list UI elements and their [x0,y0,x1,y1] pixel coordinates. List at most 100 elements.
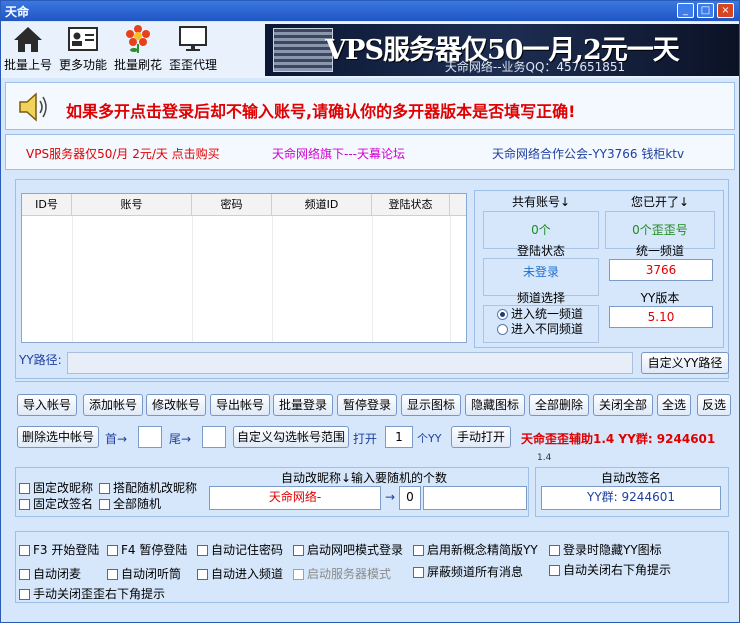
tool-label: 歪歪代理 [168,58,217,72]
open-count-input[interactable]: 1 [385,426,413,448]
delete-selected-button[interactable]: 删除选中帐号 [17,426,99,448]
open-label: 打开 [353,432,378,446]
minimize-button[interactable]: _ [677,3,694,18]
guild-link[interactable]: 天命网络合作公会-YY3766 钱柜ktv [492,145,684,162]
option-block-messages-checkbox[interactable]: 屏蔽频道所有消息 [413,563,523,580]
column-header-login-status[interactable]: 登陆状态 [372,194,450,216]
column-header-account[interactable]: 账号 [72,194,192,216]
checkbox-label: F3 开始登陆 [33,543,100,557]
banner-contact: 天命网络--业务QQ：457651851 [444,60,626,74]
checkbox-label: F4 暂停登陆 [121,543,188,557]
account-section: ID号 账号 密码 频道ID 登陆状态 共有账号↓ 0个 您已开了↓ 0个歪歪号… [15,179,729,379]
opened-label: 您已开了↓ [630,195,690,209]
show-icon-button[interactable]: 显示图标 [401,394,461,416]
account-table[interactable]: ID号 账号 密码 频道ID 登陆状态 [21,193,467,343]
links-bar: VPS服务器仅50/月 2元/天 点击购买 天命网络旗下---天幕论坛 天命网络… [5,134,735,170]
edit-account-button[interactable]: 修改帐号 [146,394,206,416]
hide-icon-button[interactable]: 隐藏图标 [465,394,525,416]
random-extra-input[interactable] [423,486,527,510]
option-lite-yy-checkbox[interactable]: 启用新概念精简版YY [413,541,538,558]
table-header: ID号 账号 密码 频道ID 登陆状态 [22,194,466,216]
checkbox-label: 手动关闭歪歪右下角提示 [33,587,166,601]
checkbox-label: 自动闭听筒 [121,567,182,581]
yy-version-input[interactable]: 5.10 [609,306,713,328]
close-button[interactable]: × [717,3,734,18]
column-divider [192,216,193,342]
radio-dot [497,309,508,320]
id-card-icon [68,27,98,51]
add-account-button[interactable]: 添加帐号 [83,394,143,416]
forum-link[interactable]: 天命网络旗下---天幕论坛 [272,145,405,162]
checkbox-box [197,569,208,580]
yy-proxy-tool[interactable]: 歪歪代理 [167,24,219,76]
option-netcafe-mode-checkbox[interactable]: 启动网吧模式登录 [293,541,403,558]
unified-channel-input[interactable]: 3766 [609,259,713,281]
option-hide-yy-icon-checkbox[interactable]: 登录时隐藏YY图标 [549,541,662,558]
random-nickname-checkbox[interactable]: 搭配随机改昵称 [99,479,197,496]
option-auto-mute-speaker-checkbox[interactable]: 自动闭听筒 [107,565,181,582]
checkbox-box [107,569,118,580]
delete-all-button[interactable]: 全部删除 [529,394,589,416]
fixed-signature-checkbox[interactable]: 固定改签名 [19,495,93,512]
export-accounts-button[interactable]: 导出帐号 [210,394,270,416]
column-header-channel-id[interactable]: 频道ID [272,194,372,216]
checkbox-label: 固定改昵称 [33,481,94,495]
signature-input[interactable]: YY群: 9244601 [541,486,721,510]
option-auto-mute-mic-checkbox[interactable]: 自动闭麦 [19,565,81,582]
login-status-value: 未登录 [522,265,559,279]
checkbox-box [107,545,118,556]
title-bar: 天命 _ □ × [1,1,739,21]
checkbox-label: 启动服务器模式 [307,567,392,581]
close-all-button[interactable]: 关闭全部 [593,394,653,416]
stats-panel: 共有账号↓ 0个 您已开了↓ 0个歪歪号 登陆状态 未登录 统一频道 3766 … [474,190,724,348]
range-start-input[interactable] [138,426,162,448]
vps-purchase-link[interactable]: VPS服务器仅50/月 2元/天 点击购买 [26,145,220,162]
option-f3-start-checkbox[interactable]: F3 开始登陆 [19,541,99,558]
random-count-input[interactable]: 0 [399,486,421,510]
select-all-button[interactable]: 全选 [657,394,691,416]
column-header-password[interactable]: 密码 [192,194,272,216]
custom-yy-path-button[interactable]: 自定义YY路径 [641,352,729,374]
checkbox-box [19,483,30,494]
checkbox-label: 登录时隐藏YY图标 [563,543,662,557]
column-divider [72,216,73,342]
checkbox-box [293,545,304,556]
speaker-icon [19,92,47,122]
more-features-tool[interactable]: 更多功能 [57,24,109,76]
option-f4-pause-checkbox[interactable]: F4 暂停登陆 [107,541,187,558]
option-manual-close-popup-checkbox[interactable]: 手动关闭歪歪右下角提示 [19,585,165,602]
option-remember-password-checkbox[interactable]: 自动记住密码 [197,541,283,558]
invert-selection-button[interactable]: 反选 [697,394,731,416]
yy-path-input[interactable] [67,352,633,374]
notice-text: 如果多开点击登录后却不输入账号,请确认你的多开器版本是否填写正确! [66,102,576,121]
checkbox-box [413,545,424,556]
batch-login-tool[interactable]: 批量上号 [3,24,53,76]
divider [15,381,729,382]
option-auto-close-popup-checkbox[interactable]: 自动关闭右下角提示 [549,561,671,578]
channel-select-label: 频道选择 [516,291,565,305]
import-accounts-button[interactable]: 导入帐号 [17,394,77,416]
nickname-input[interactable]: 天命网络- [209,486,381,510]
custom-range-button[interactable]: 自定义勾选帐号范围 [233,426,349,448]
head-label: 首→ [105,432,128,446]
ad-banner[interactable]: VPS服务器仅50一月,2元一天 天命网络--业务QQ：457651851 [265,24,739,76]
checkbox-box [413,567,424,578]
manual-open-button[interactable]: 手动打开 [451,426,511,448]
checkbox-box [19,499,30,510]
maximize-button[interactable]: □ [697,3,714,18]
all-random-checkbox[interactable]: 全部随机 [99,495,161,512]
checkbox-box [549,545,560,556]
batch-flower-tool[interactable]: 批量刷花 [113,24,163,76]
checkbox-label: 全部随机 [113,497,162,511]
fixed-nickname-checkbox[interactable]: 固定改昵称 [19,479,93,496]
column-header-id[interactable]: ID号 [22,194,72,216]
radio-different-channel[interactable]: 进入不同频道 [497,320,583,337]
login-status-label: 登陆状态 [516,244,565,258]
option-auto-enter-channel-checkbox[interactable]: 自动进入频道 [197,565,283,582]
pause-login-button[interactable]: 暂停登录 [337,394,397,416]
tail-label: 尾→ [169,432,192,446]
range-end-input[interactable] [202,426,226,448]
tool-label: 批量上号 [3,58,52,72]
checkbox-box [549,565,560,576]
batch-login-button[interactable]: 批量登录 [273,394,333,416]
